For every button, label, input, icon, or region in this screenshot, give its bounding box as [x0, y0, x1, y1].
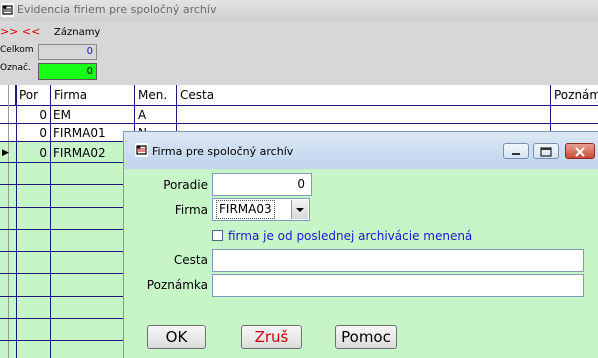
- firma-select-value: FIRMA03: [216, 200, 275, 219]
- row-firma: FIRMA01: [53, 126, 106, 140]
- records-panel: >> << Záznamy Celkom 0 Označ. 0: [0, 21, 598, 85]
- row-por: 0: [39, 126, 47, 140]
- header-firma[interactable]: Firma: [51, 85, 135, 106]
- header-cesta[interactable]: Cesta: [177, 85, 551, 106]
- help-button[interactable]: Pomoc: [335, 325, 397, 349]
- row-por: 0: [39, 108, 47, 122]
- records-label: Záznamy: [54, 27, 101, 38]
- row-por: 0: [39, 146, 47, 160]
- header-poznamka[interactable]: Poznám: [551, 85, 598, 106]
- nav-arrows[interactable]: >> <<: [0, 25, 40, 38]
- close-button[interactable]: [565, 143, 595, 159]
- total-count: 0: [38, 44, 97, 60]
- marked-count: 0: [38, 63, 97, 80]
- header-men[interactable]: Men.: [135, 85, 177, 106]
- maximize-button[interactable]: [533, 143, 559, 159]
- cesta-label: Cesta: [173, 253, 208, 267]
- firma-label: Firma: [174, 203, 208, 217]
- minimize-button[interactable]: [503, 143, 529, 159]
- row-firma: FIRMA02: [53, 146, 106, 160]
- total-label: Celkom: [0, 45, 34, 55]
- dialog-titlebar[interactable]: Firma pre spoločný archív: [124, 132, 598, 169]
- company-dialog: Firma pre spoločný archív Poradie 0 Firm…: [123, 131, 598, 358]
- minimize-icon: [512, 153, 520, 155]
- row-men: A: [138, 108, 147, 122]
- maximize-icon: [540, 147, 552, 157]
- cancel-button[interactable]: Zruš: [241, 325, 302, 349]
- header-por[interactable]: Por: [16, 85, 51, 106]
- poradie-input[interactable]: 0: [212, 173, 312, 196]
- changed-checkbox-label[interactable]: firma je od poslednej archivácie menená: [228, 229, 472, 243]
- firma-select[interactable]: FIRMA03: [212, 198, 310, 221]
- dialog-app-icon: [135, 143, 148, 157]
- cesta-input[interactable]: [212, 249, 584, 272]
- ok-button[interactable]: OK: [147, 325, 206, 349]
- chevron-down-icon: [296, 208, 304, 212]
- app-icon: [1, 3, 14, 17]
- marked-label: Označ.: [0, 63, 31, 73]
- window-title: Evidencia firiem pre spoločný archív: [17, 3, 217, 16]
- row-firma: EM: [53, 108, 71, 122]
- poznamka-input[interactable]: [212, 274, 584, 297]
- dropdown-button[interactable]: [291, 200, 308, 219]
- dialog-title: Firma pre spoločný archív: [152, 145, 294, 158]
- row-pointer-icon: ▶: [2, 148, 9, 158]
- main-window-titlebar: Evidencia firiem pre spoločný archív: [0, 0, 598, 22]
- poradie-label: Poradie: [163, 178, 208, 192]
- poznamka-label: Poznámka: [146, 278, 208, 292]
- changed-checkbox[interactable]: [212, 230, 223, 241]
- close-icon: [575, 147, 585, 157]
